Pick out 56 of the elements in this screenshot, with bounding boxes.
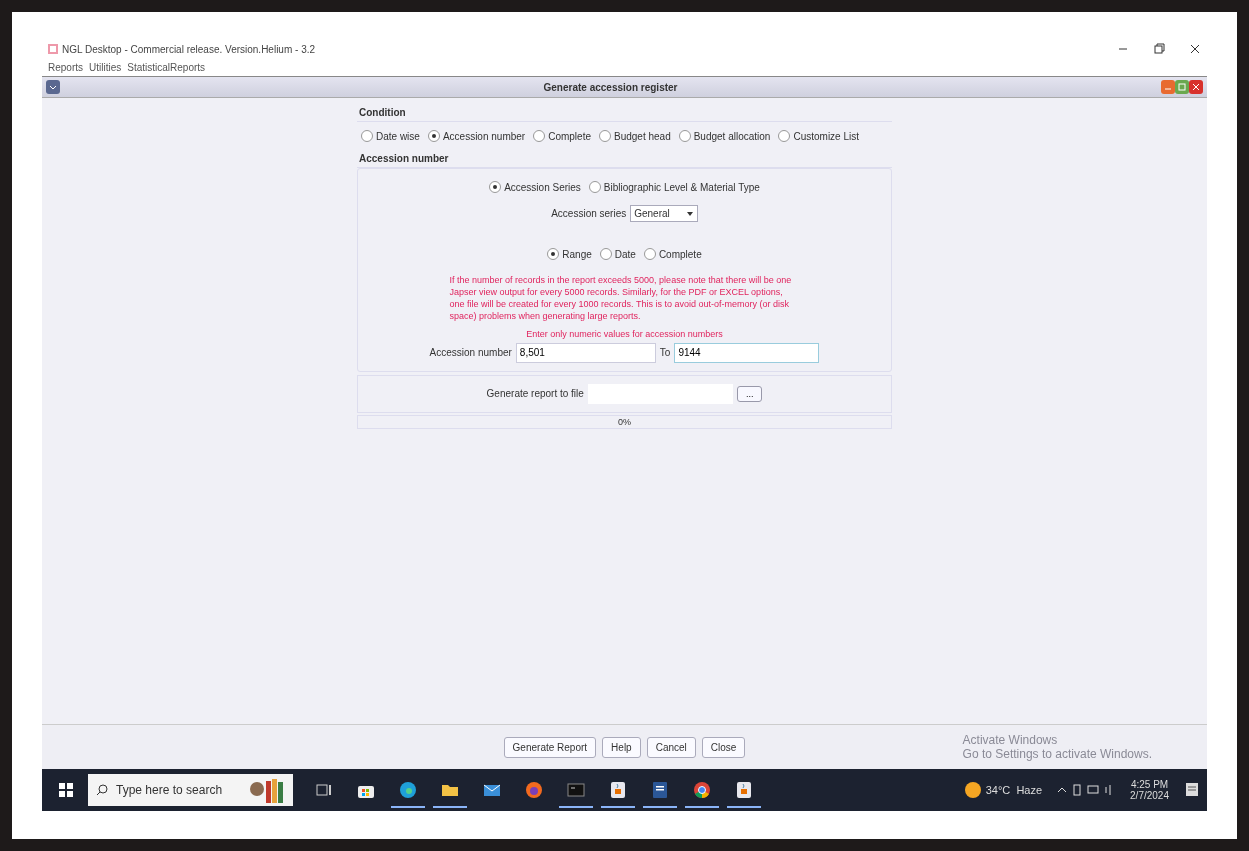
close-icon[interactable] xyxy=(1189,43,1201,55)
dialog-button[interactable]: Cancel xyxy=(646,736,696,758)
document-icon[interactable] xyxy=(650,780,670,800)
terminal-icon[interactable] xyxy=(566,780,586,800)
books-drawing xyxy=(249,777,285,803)
search-icon xyxy=(96,784,108,796)
activation-watermark: Activate Windows xyxy=(962,733,1059,747)
field-label: Accession series xyxy=(551,208,627,219)
radio-button[interactable]: Customize List xyxy=(778,130,859,142)
dialog-title: Generate accession register xyxy=(542,81,679,93)
hint-text: Enter only numeric values for accession numbers xyxy=(526,328,723,339)
activation-watermark: Go to Settings to activate Windows. xyxy=(962,747,1152,761)
field-label: Accession number xyxy=(429,347,512,359)
clock-date: 2/7/2024 xyxy=(1130,790,1169,801)
progress-text: 0% xyxy=(618,416,631,427)
cup-icon[interactable] xyxy=(734,780,754,800)
input-field[interactable]: 8,501 xyxy=(515,342,656,363)
dialog-button[interactable]: Generate Report xyxy=(503,736,597,758)
radio-button[interactable]: Accession Series xyxy=(489,181,581,193)
windows-logo-icon[interactable] xyxy=(58,782,74,798)
input-field[interactable]: 9144 xyxy=(674,342,820,363)
radio-button[interactable]: Range xyxy=(547,248,592,260)
menu-item[interactable]: Reports xyxy=(48,61,83,73)
sun-icon xyxy=(963,781,982,799)
swirl-icon[interactable] xyxy=(398,780,418,800)
radio-button[interactable]: Complete xyxy=(533,130,591,142)
field-label: To xyxy=(659,347,671,359)
radio-button[interactable]: Date wise xyxy=(361,130,420,142)
radio-button[interactable]: Date xyxy=(599,248,636,260)
system-menu-icon[interactable] xyxy=(46,80,60,94)
dialog-button[interactable]: Close xyxy=(701,736,746,758)
app-icon xyxy=(48,44,58,54)
dialog-button[interactable]: Help xyxy=(602,736,641,758)
caret-icon xyxy=(685,209,694,218)
flame-icon[interactable] xyxy=(524,780,544,800)
section-heading: Accession number xyxy=(357,150,892,168)
warning-text: If the number of records in the report exceeds 5000, please note that there will be one Japser view output for every 5000 records. Similarly, for the PDF or EXCEL options, one file will be created for every 1000 records. This is to avoid out-of-memory (or disk space) problems when generating large reports. xyxy=(449,274,793,323)
notification-icon[interactable] xyxy=(1183,781,1201,799)
series-dropdown[interactable]: General xyxy=(630,205,698,222)
search-field[interactable]: Type here to search xyxy=(88,774,293,806)
section-heading: Condition xyxy=(357,104,892,122)
circle-icon[interactable] xyxy=(692,780,712,800)
restore-icon[interactable] xyxy=(1153,43,1165,55)
menu-item[interactable]: StatisticalReports xyxy=(127,61,206,73)
radio-button[interactable]: Bibliographic Level & Material Type xyxy=(588,181,760,193)
radio-button[interactable]: Budget head xyxy=(599,130,671,142)
radio-button[interactable]: Budget allocation xyxy=(678,130,771,142)
radio-button[interactable]: Complete xyxy=(643,248,702,260)
cup-icon[interactable] xyxy=(608,780,628,800)
window-title: NGL Desktop - Commercial release. Version.Helium - 3.2 xyxy=(62,43,316,55)
field-label: Generate report to file xyxy=(486,388,584,400)
clock-time: 4:25 PM xyxy=(1130,779,1169,790)
radio-button[interactable]: Accession number xyxy=(427,130,526,142)
weather-text: 34°C Haze xyxy=(985,784,1043,796)
browse-button[interactable]: ... xyxy=(736,385,763,402)
menu-item[interactable]: Utilities xyxy=(89,61,122,73)
